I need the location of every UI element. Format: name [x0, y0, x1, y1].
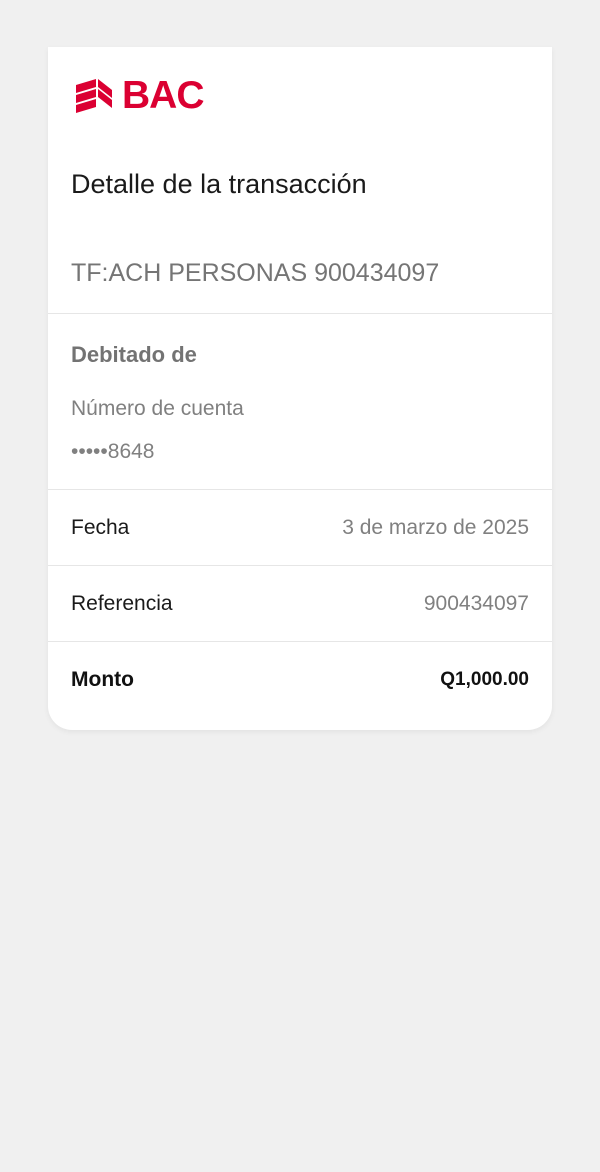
reference-row: Referencia 900434097: [48, 566, 552, 642]
divider: [48, 313, 552, 314]
transaction-description: TF:ACH PERSONAS 900434097: [71, 259, 440, 287]
transaction-detail-card: BAC Detalle de la transacción TF:ACH PER…: [48, 47, 552, 730]
debited-from-heading: Debitado de: [71, 342, 197, 367]
amount-value: Q1,000.00: [440, 669, 529, 690]
reference-label: Referencia: [71, 592, 173, 615]
date-value: 3 de marzo de 2025: [342, 516, 529, 539]
bac-logo-icon: [76, 79, 112, 113]
brand-logo: BAC: [74, 75, 204, 115]
brand-name: BAC: [122, 73, 204, 117]
reference-value: 900434097: [423, 592, 529, 615]
amount-row: Monto Q1,000.00: [48, 642, 552, 718]
page-title: Detalle de la transacción: [71, 169, 367, 199]
account-number-value: •••••8648: [71, 440, 155, 463]
amount-label: Monto: [71, 668, 134, 691]
date-row: Fecha 3 de marzo de 2025: [48, 490, 552, 566]
account-number-label: Número de cuenta: [71, 397, 244, 420]
date-label: Fecha: [71, 516, 130, 539]
